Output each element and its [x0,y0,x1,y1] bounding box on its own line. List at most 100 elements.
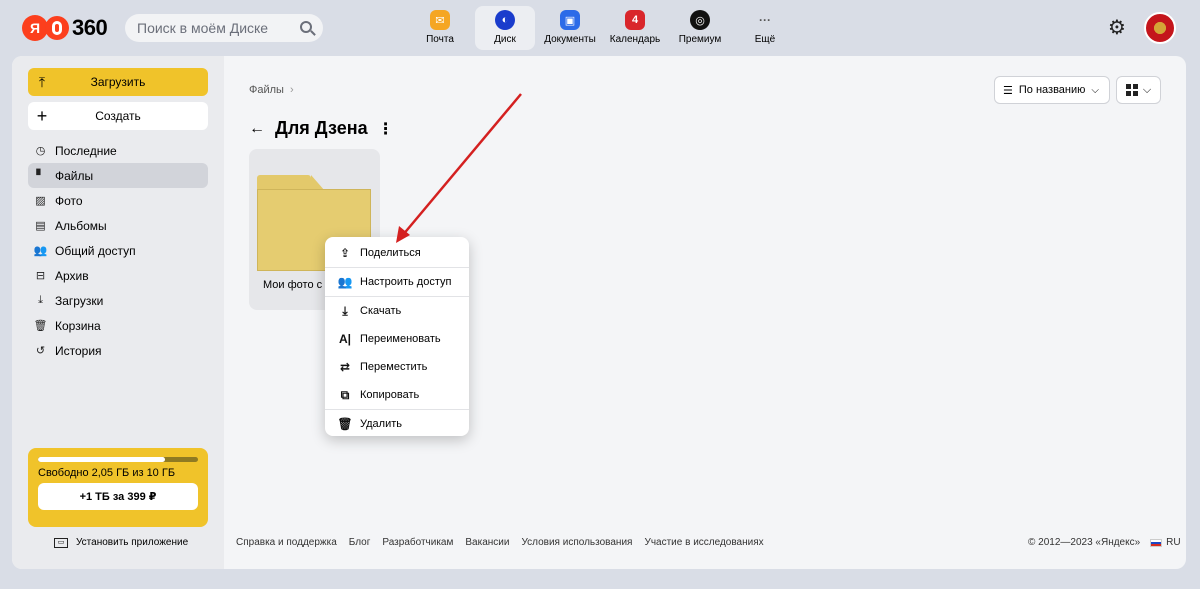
sidebar-item-albums[interactable]: ▤ Альбомы [28,213,208,238]
archive-icon: ⊟ [35,270,46,282]
kebab-menu-icon[interactable]: ⋮ [378,119,394,139]
footer-copyright: © 2012—2023 «Яндекс» RU [1028,537,1181,548]
avatar[interactable] [1144,12,1176,44]
app-documents[interactable]: ▣ Документы [540,6,600,50]
menu-item-share[interactable]: ⇪ Поделиться [325,239,469,267]
top-bar: Я 360 Поиск в моём Диске ✉ Почта ◐ Диск … [0,0,1200,56]
plus-icon: + [36,105,48,126]
mail-icon: ✉ [430,10,450,30]
logo-360: 360 [72,15,108,40]
quota-text: Свободно 2,05 ГБ из 10 ГБ [38,467,176,479]
storage-quota: Свободно 2,05 ГБ из 10 ГБ +1 ТБ за 399 ₽ [28,448,208,527]
clock-icon: ◷ [35,145,46,157]
footer-link[interactable]: Справка и поддержка [236,537,337,548]
premium-icon: ◎ [690,10,710,30]
chevron-down-icon: ⌵ [1142,83,1152,96]
footer-link[interactable]: Блог [349,537,371,548]
sidebar-item-label: Загрузки [55,293,104,308]
app-more[interactable]: ··· Ещё [735,6,795,50]
sidebar-item-archive[interactable]: ⊟ Архив [28,263,208,288]
search-input[interactable]: Поиск в моём Диске [125,14,323,42]
menu-item-rename[interactable]: A| Переименовать [325,325,469,353]
copy-icon: ⧉ [340,387,350,402]
documents-icon: ▣ [560,10,580,30]
sort-dropdown[interactable]: ☰ По названию ⌵ [994,76,1110,104]
quota-progress-fill [38,457,166,462]
menu-item-label: Переместить [360,361,428,373]
app-disk[interactable]: ◐ Диск [475,6,535,50]
install-app-link[interactable]: ▭ Установить приложение [54,537,188,548]
page-title: Для Дзена [275,118,368,138]
upload-button[interactable]: ⤒ Загрузить [28,68,208,96]
back-arrow-icon[interactable]: ← [249,120,265,138]
quota-progress-bar [38,457,198,462]
context-menu: ⇪ Поделиться 👥 Настроить доступ ⤓ Скачат… [325,237,469,436]
app-calendar-label: Календарь [609,34,661,45]
logo-ring [45,16,69,40]
chevron-down-icon: ⌵ [1091,84,1099,96]
sidebar-item-files[interactable]: ▘ Файлы [28,163,208,188]
view-mode-dropdown[interactable]: ⌵ [1116,76,1161,104]
file-icon: ▘ [36,170,45,182]
yandex-360-logo[interactable]: Я 360 [22,14,108,42]
photo-icon: ▨ [35,195,46,207]
app-calendar[interactable]: 4 Календарь [605,6,665,50]
main-panel: ⤒ Загрузить + Создать ◷ Последние ▘ Файл… [12,56,1186,569]
sidebar-nav: ◷ Последние ▘ Файлы ▨ Фото ▤ Альбомы 👥 О… [28,138,208,363]
trash-icon: 🗑 [33,320,48,332]
menu-item-label: Скачать [360,305,402,317]
menu-item-label: Поделиться [360,247,421,259]
grid-icon [1125,84,1138,96]
calendar-icon: 4 [625,10,645,30]
menu-item-label: Настроить доступ [360,276,452,288]
upload-icon: ⤒ [38,73,46,90]
install-app-label: Установить приложение [76,537,189,548]
menu-item-label: Копировать [360,389,420,401]
copyright-text: © 2012—2023 «Яндекс» [1028,537,1141,548]
sidebar-item-photo[interactable]: ▨ Фото [28,188,208,213]
download-icon: ⤓ [38,294,43,306]
language-switch[interactable]: RU [1166,537,1180,548]
people-icon: 👥 [337,275,353,289]
create-button[interactable]: + Создать [28,102,208,130]
menu-item-move[interactable]: ⇄ Переместить [325,353,469,381]
breadcrumb-files[interactable]: Файлы [249,84,284,96]
sidebar-item-label: Файлы [55,168,94,183]
footer-link[interactable]: Вакансии [465,537,509,548]
sidebar-item-label: Общий доступ [55,243,136,258]
sidebar-item-label: Корзина [55,318,101,333]
sidebar-item-label: Альбомы [55,218,107,233]
album-icon: ▤ [35,220,46,232]
search-placeholder: Поиск в моём Диске [137,20,269,36]
disk-icon: ◐ [495,10,515,30]
sidebar-item-label: Архив [55,268,89,283]
create-label: Создать [95,109,141,123]
gear-icon[interactable]: ⚙ [1107,18,1127,38]
app-mail-label: Почта [426,34,454,45]
footer-link[interactable]: Участие в исследованиях [644,537,763,548]
sidebar-item-history[interactable]: ↺ История [28,338,208,363]
menu-item-label: Переименовать [360,333,441,345]
russia-flag-icon [1150,538,1163,547]
app-premium-label: Премиум [678,34,722,45]
sidebar-item-downloads[interactable]: ⤓ Загрузки [28,288,208,313]
sidebar-item-trash[interactable]: 🗑 Корзина [28,313,208,338]
download-icon: ⤓ [342,303,348,318]
footer-link[interactable]: Разработчикам [382,537,453,548]
more-dots-icon: ··· [759,13,771,27]
app-premium[interactable]: ◎ Премиум [670,6,730,50]
menu-item-download[interactable]: ⤓ Скачать [325,297,469,325]
move-icon: ⇄ [339,360,351,374]
menu-item-delete[interactable]: 🗑 Удалить [325,410,469,438]
app-mail[interactable]: ✉ Почта [410,6,470,50]
buy-storage-button[interactable]: +1 ТБ за 399 ₽ [38,483,198,510]
sidebar-item-shared[interactable]: 👥 Общий доступ [28,238,208,263]
menu-item-copy[interactable]: ⧉ Копировать [325,381,469,409]
sidebar-item-recent[interactable]: ◷ Последние [28,138,208,163]
app-disk-label: Диск [494,34,516,45]
history-icon: ↺ [35,345,46,357]
footer-links: Справка и поддержка Блог Разработчикам В… [236,537,776,548]
footer-link[interactable]: Условия использования [521,537,632,548]
search-icon[interactable] [300,21,312,33]
menu-item-access[interactable]: 👥 Настроить доступ [325,268,469,296]
